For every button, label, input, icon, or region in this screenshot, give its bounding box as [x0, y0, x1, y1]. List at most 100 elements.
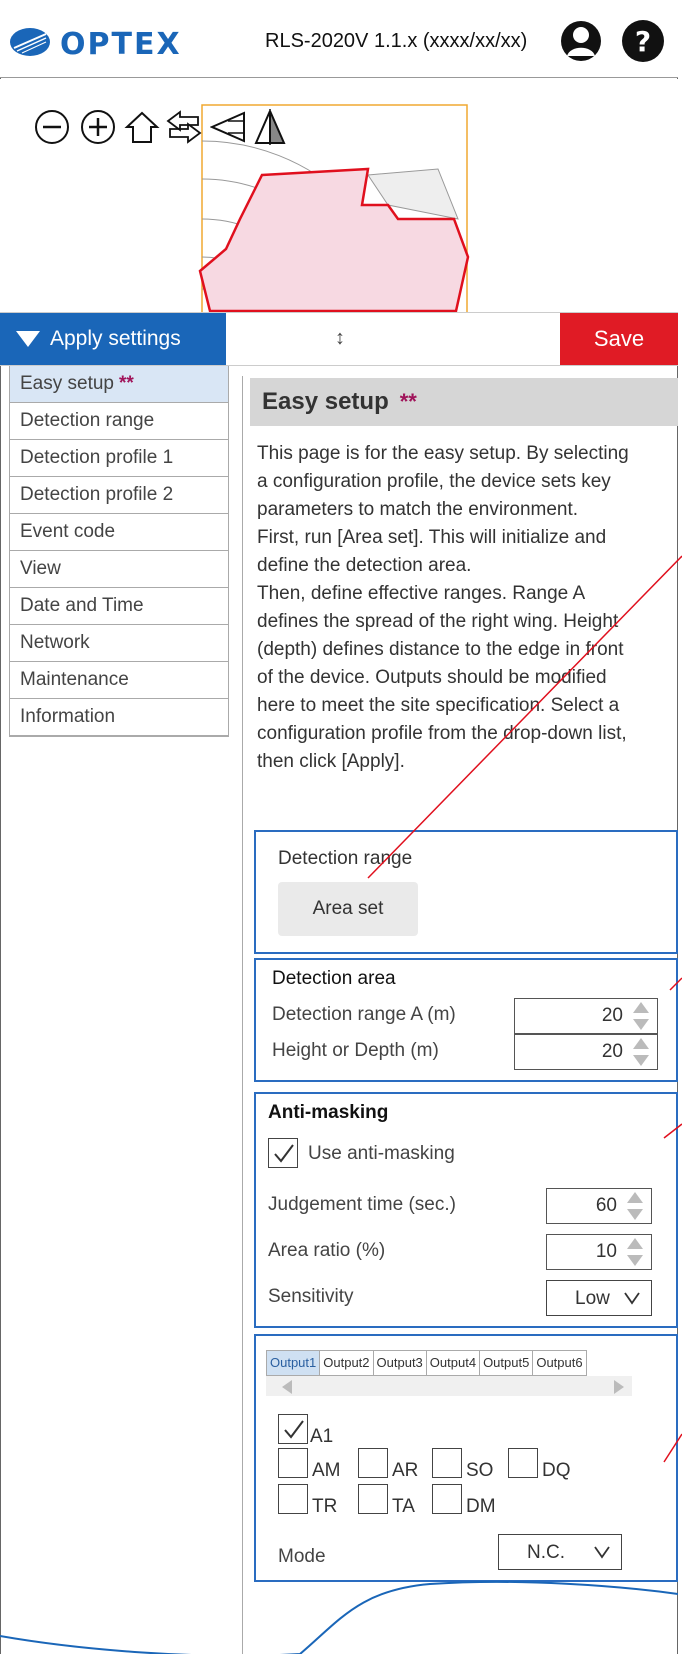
- scroll-left-icon[interactable]: [282, 1380, 292, 1394]
- optex-logo: OPTEX: [10, 27, 182, 62]
- detection-preview[interactable]: [0, 79, 678, 312]
- sidebar-item-label: Detection profile 2: [20, 484, 174, 505]
- height-label: Height or Depth (m): [272, 1040, 439, 1061]
- detection-range-label: Detection range: [278, 848, 413, 869]
- stepper-down-icon[interactable]: [633, 1055, 649, 1066]
- code-dq-checkbox[interactable]: [508, 1448, 538, 1478]
- user-icon[interactable]: [558, 18, 604, 64]
- firmware-version: RLS-2020V 1.1.x (xxxx/xx/xx): [265, 30, 528, 52]
- zoom-in-icon[interactable]: [80, 109, 116, 145]
- page-title-text: Easy setup: [262, 388, 389, 415]
- anti-masking-panel: Anti-masking Use anti-masking Judgement …: [254, 1092, 678, 1328]
- detection-area-panel: Detection area Detection range A (m) 20 …: [254, 958, 678, 1082]
- bottom-border-curve: [0, 1580, 678, 1654]
- resize-handle-icon[interactable]: ↕: [335, 327, 345, 350]
- code-am-label: AM: [312, 1460, 341, 1481]
- code-a1-checkbox[interactable]: [278, 1414, 308, 1444]
- sidebar-item-event-code[interactable]: Event code: [10, 514, 228, 551]
- stepper-up-icon[interactable]: [627, 1192, 643, 1203]
- tab-output5[interactable]: Output5: [480, 1350, 534, 1376]
- sidebar-item-label: Network: [20, 632, 90, 653]
- description-line: parameters to match the environment.: [257, 499, 579, 520]
- flip-horizontal-icon[interactable]: [210, 109, 246, 145]
- stepper-up-icon[interactable]: [633, 1038, 649, 1049]
- stepper-down-icon[interactable]: [633, 1019, 649, 1030]
- detection-range-panel: Detection range Area set: [254, 830, 678, 954]
- sidebar-item-label: Event code: [20, 521, 116, 542]
- description-line: configuration profile from the drop-down…: [257, 723, 627, 744]
- sidebar-item-view[interactable]: View: [10, 551, 228, 588]
- scroll-right-icon[interactable]: [614, 1380, 624, 1394]
- sidebar-item-easy-setup[interactable]: Easy setup **: [10, 366, 228, 403]
- sidebar-item-detection-range[interactable]: Detection range: [10, 403, 228, 440]
- tab-output2[interactable]: Output2: [320, 1350, 374, 1376]
- swap-arrows-icon[interactable]: [166, 109, 202, 145]
- height-stepper[interactable]: 20: [514, 1034, 658, 1070]
- stepper-up-icon[interactable]: [627, 1238, 643, 1249]
- range-a-stepper[interactable]: 20: [514, 998, 658, 1034]
- code-a1-label: A1: [310, 1426, 334, 1447]
- unsaved-badge: **: [399, 389, 417, 414]
- area-ratio-stepper[interactable]: 10: [546, 1234, 652, 1270]
- tab-output6[interactable]: Output6: [533, 1350, 587, 1376]
- judgement-time-stepper[interactable]: 60: [546, 1188, 652, 1224]
- code-dm-label: DM: [466, 1496, 496, 1517]
- sidebar-item-label: Detection profile 1: [20, 447, 174, 468]
- code-so-label: SO: [466, 1460, 494, 1481]
- help-icon[interactable]: ?: [620, 18, 666, 64]
- sidebar-item-maintenance[interactable]: Maintenance: [10, 662, 228, 699]
- tab-output1[interactable]: Output1: [266, 1350, 321, 1376]
- area-set-button[interactable]: Area set: [278, 882, 418, 936]
- tab-scrollbar[interactable]: [266, 1376, 632, 1396]
- description-line: a configuration profile, the device sets…: [257, 471, 611, 492]
- apply-settings-button[interactable]: Apply settings: [0, 313, 226, 365]
- save-button[interactable]: Save: [560, 313, 678, 365]
- code-ar-label: AR: [392, 1460, 419, 1481]
- sidebar-item-detection-profile-2[interactable]: Detection profile 2: [10, 477, 228, 514]
- sidebar-nav: Easy setup ** Detection range Detection …: [9, 366, 229, 737]
- sidebar-item-information[interactable]: Information: [10, 699, 228, 736]
- home-icon[interactable]: [124, 109, 160, 145]
- range-a-value: 20: [601, 1005, 623, 1026]
- stepper-down-icon[interactable]: [627, 1209, 643, 1220]
- sidebar-item-date-and-time[interactable]: Date and Time: [10, 588, 228, 625]
- code-tr-checkbox[interactable]: [278, 1484, 308, 1514]
- mirror-icon[interactable]: [252, 109, 288, 145]
- sensitivity-select[interactable]: Low: [546, 1280, 652, 1316]
- chevron-down-icon: [594, 1546, 610, 1559]
- sidebar-item-label: Date and Time: [20, 595, 144, 616]
- outputs-panel: Output1 Output2 Output3 Output4 Output5 …: [254, 1334, 678, 1582]
- chevron-down-icon: [624, 1292, 640, 1305]
- use-anti-masking-checkbox[interactable]: [268, 1138, 298, 1168]
- tab-output3[interactable]: Output3: [373, 1350, 427, 1376]
- sidebar-item-label: Easy setup: [20, 373, 114, 394]
- judgement-time-label: Judgement time (sec.): [268, 1194, 456, 1215]
- sidebar-item-network[interactable]: Network: [10, 625, 228, 662]
- code-am-checkbox[interactable]: [278, 1448, 308, 1478]
- tab-output4[interactable]: Output4: [426, 1350, 481, 1376]
- code-ta-checkbox[interactable]: [358, 1484, 388, 1514]
- description-line: define the detection area.: [257, 555, 472, 576]
- code-so-checkbox[interactable]: [432, 1448, 462, 1478]
- sensitivity-label: Sensitivity: [268, 1286, 354, 1307]
- sidebar-item-detection-profile-1[interactable]: Detection profile 1: [10, 440, 228, 477]
- apply-settings-label: Apply settings: [50, 327, 181, 350]
- checkmark-icon: [274, 1144, 294, 1163]
- zoom-out-icon[interactable]: [34, 109, 70, 145]
- svg-text:OPTEX: OPTEX: [60, 27, 182, 62]
- height-value: 20: [601, 1041, 623, 1062]
- sidebar-item-label: Detection range: [20, 410, 155, 431]
- stepper-up-icon[interactable]: [633, 1002, 649, 1013]
- code-dq-label: DQ: [542, 1460, 571, 1481]
- stepper-down-icon[interactable]: [627, 1255, 643, 1266]
- description-line: defines the spread of the right wing. He…: [257, 611, 619, 632]
- code-tr-label: TR: [312, 1496, 338, 1517]
- code-ar-checkbox[interactable]: [358, 1448, 388, 1478]
- page-title: Easy setup **: [250, 378, 678, 426]
- sidebar-item-label: View: [20, 558, 61, 579]
- checkmark-icon: [284, 1420, 304, 1439]
- code-dm-checkbox[interactable]: [432, 1484, 462, 1514]
- description-line: First, run [Area set]. This will initial…: [257, 527, 607, 548]
- description-line: here to meet the site specification. Sel…: [257, 695, 620, 716]
- description-line: (depth) defines distance to the edge in …: [257, 639, 624, 660]
